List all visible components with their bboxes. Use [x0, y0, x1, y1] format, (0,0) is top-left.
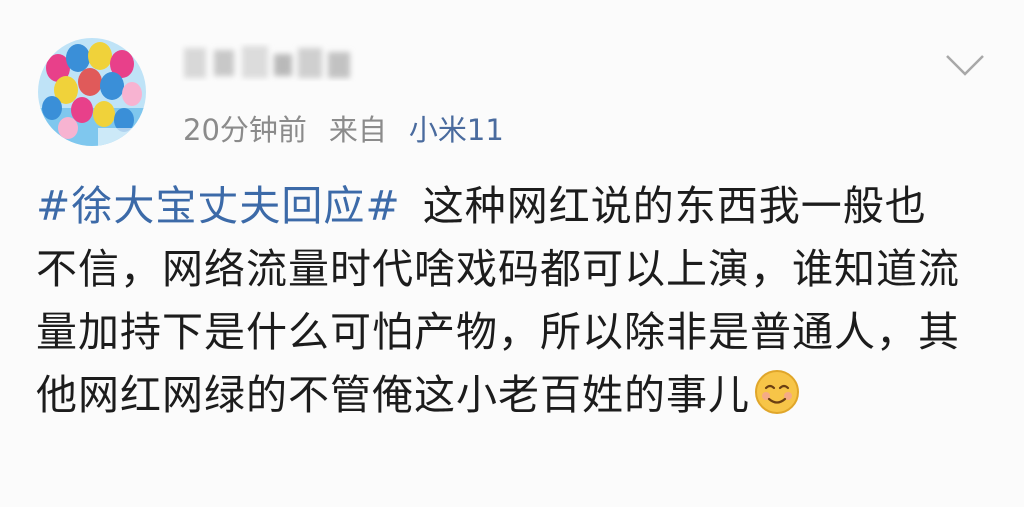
- balloons-avatar-icon: [38, 38, 146, 146]
- blurred-username-icon: [184, 46, 350, 78]
- source-device-link[interactable]: 小米11: [409, 113, 504, 147]
- smiling-face-emoji-icon: [755, 370, 799, 414]
- avatar[interactable]: [38, 38, 146, 146]
- hashtag-link[interactable]: #徐大宝丈夫回应#: [36, 182, 401, 230]
- weibo-post: 20分钟前 来自 小米11 #徐大宝丈夫回应# 这种网红说的东西我一般也不信，网络流量…: [0, 0, 1024, 507]
- post-content: #徐大宝丈夫回应# 这种网红说的东西我一般也不信，网络流量时代啥戏码都可以上演，谁…: [36, 175, 966, 427]
- chevron-down-icon[interactable]: [944, 52, 986, 78]
- username-blurred[interactable]: [180, 40, 356, 84]
- post-meta: 20分钟前 来自 小米11: [183, 110, 504, 150]
- time-ago: 20分钟前: [183, 113, 307, 147]
- source-prefix: 来自: [328, 113, 387, 147]
